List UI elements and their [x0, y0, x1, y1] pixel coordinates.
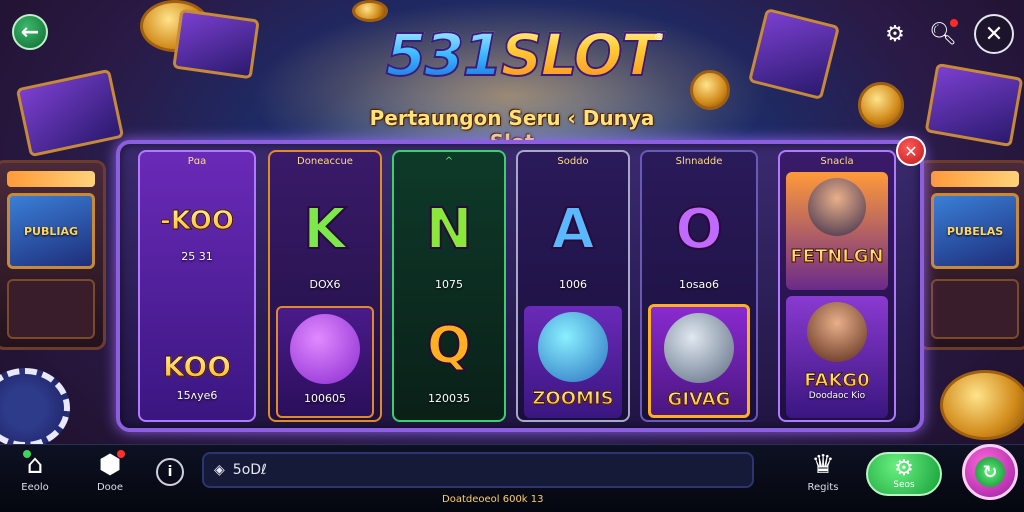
symbol-letter: Q: [426, 315, 472, 377]
close-icon: ✕: [984, 21, 1004, 47]
logo-word: SLOT: [500, 21, 662, 89]
reel-header: Doneaccue: [297, 156, 353, 167]
slot-poster-decor: [172, 8, 260, 80]
spin-button[interactable]: ↻: [962, 444, 1018, 500]
reel-cell[interactable]: N 1075: [400, 178, 498, 300]
reel-1[interactable]: Pɑa -KOO 25 31 KOO 15ʌye6: [138, 150, 256, 422]
settings-button[interactable]: ⚙: [878, 17, 912, 51]
online-dot: [22, 450, 31, 458]
spin-icon: ↻: [982, 461, 998, 483]
diamond-icon: ◈: [214, 462, 225, 478]
gold-coin-decor: [352, 0, 388, 22]
symbol-text: FETNLGN: [790, 246, 884, 268]
shop-label: Dooe: [96, 482, 124, 493]
close-button[interactable]: ✕: [974, 14, 1014, 54]
crystal-orb-symbol: [538, 312, 608, 382]
gear-icon: ⚙: [885, 21, 905, 47]
reel-close-button[interactable]: ✕: [896, 136, 926, 166]
registered-mark: ®: [654, 32, 664, 43]
top-icons: ⚙ 🔍︎ ✕: [878, 14, 1014, 54]
home-label: Eeolo: [21, 482, 49, 493]
symbol-caption: 1075: [435, 278, 463, 291]
symbol-letter: A: [550, 197, 595, 262]
settings-green-button[interactable]: ⚙ Seos: [866, 452, 942, 496]
rewards-label: Regits: [807, 482, 839, 493]
slot-poster-decor: [924, 62, 1024, 148]
symbol-caption: 1006: [559, 278, 587, 291]
reel-3[interactable]: ^ N 1075 Q 120035: [392, 150, 506, 422]
reel-header: Pɑa: [187, 156, 207, 167]
symbol-caption: DOX6: [309, 278, 341, 291]
search-value: 5oDℓ: [232, 462, 267, 478]
symbol-text: KOO: [162, 350, 232, 384]
search-button[interactable]: 🔍︎: [926, 17, 960, 51]
info-button[interactable]: i: [156, 458, 184, 486]
reel-cell[interactable]: Q 120035: [400, 306, 498, 418]
reel-cell[interactable]: GIVAG: [648, 304, 750, 418]
casino-chip-decor: [0, 368, 70, 448]
magic-wand-symbol: [290, 314, 360, 384]
close-icon: ✕: [904, 141, 918, 161]
gold-coin-decor: [940, 370, 1024, 440]
reel-cell[interactable]: ZOOMIS: [524, 306, 622, 418]
arrow-left-icon: ←: [20, 19, 40, 45]
reel-cell[interactable]: A 1006: [524, 178, 622, 300]
reel-2[interactable]: Doneaccue K DOX6 100605: [268, 150, 382, 422]
reel-header: Snacla: [820, 156, 854, 167]
slot-poster-decor: [15, 68, 125, 158]
reel-header: Soddo: [557, 156, 589, 167]
trophy-icon: ♛: [811, 450, 835, 480]
slot-cabinet-right: PUBELAS: [918, 160, 1024, 350]
reel-cell[interactable]: KOO 15ʌye6: [146, 298, 248, 418]
game-logo: 531SLOT ®: [372, 21, 672, 89]
symbol-text: FAKG0: [804, 370, 870, 392]
logo-digits: 531: [385, 21, 504, 89]
reel-cell[interactable]: -KOO 25 31: [146, 178, 248, 290]
symbol-caption: 100605: [304, 392, 346, 405]
symbol-caption: 25 31: [181, 250, 213, 263]
symbol-caption: 120035: [428, 392, 470, 405]
cannon-symbol: [664, 313, 734, 383]
reel-header: ^: [444, 156, 454, 167]
footnote-text: Doatdeoeol 600k 13: [442, 494, 544, 505]
back-button[interactable]: ←: [12, 14, 48, 50]
reel-cell[interactable]: 100605: [276, 306, 374, 418]
reel-header: Slnnadde: [675, 156, 723, 167]
search-bar[interactable]: ◈ 5oDℓ: [202, 452, 754, 488]
reel-5[interactable]: Slnnadde O 1osao6 GIVAG: [640, 150, 758, 422]
reel-cell[interactable]: FAKG0 Doodaoc Kio: [786, 296, 888, 418]
settings-label: Seos: [893, 480, 915, 490]
symbol-caption: 15ʌye6: [176, 389, 218, 402]
symbol-text: GIVAG: [667, 389, 731, 411]
reel-6[interactable]: Snacla FETNLGN FAKG0 Doodaoc Kio: [778, 150, 896, 422]
info-icon: i: [167, 464, 173, 480]
symbol-text: -KOO: [160, 206, 235, 237]
notification-dot: [117, 450, 126, 458]
slot-cabinet-left: PUBLIAG: [0, 160, 106, 350]
reel-cell[interactable]: FETNLGN: [786, 172, 888, 290]
hero-portrait-symbol: [808, 178, 866, 236]
gold-coin-decor: [690, 70, 730, 110]
reel-cell[interactable]: K DOX6: [276, 178, 374, 300]
cowboy-portrait-symbol: [807, 302, 867, 362]
rewards-nav[interactable]: ♛ Regits: [800, 450, 846, 493]
gold-coin-decor: [858, 82, 904, 128]
symbol-letter: O: [674, 197, 724, 262]
symbol-letter: K: [302, 197, 347, 262]
reel-cell[interactable]: O 1osao6: [648, 178, 750, 300]
gear-icon: ⚙: [894, 456, 914, 481]
shop-nav[interactable]: ⬢ Dooe: [88, 450, 132, 493]
symbol-text: ZOOMIS: [532, 388, 614, 410]
reel-4[interactable]: Soddo A 1006 ZOOMIS: [516, 150, 630, 422]
notification-dot: [950, 19, 958, 27]
home-nav[interactable]: ⌂ Eeolo: [12, 450, 58, 493]
symbol-caption: 1osao6: [679, 278, 719, 291]
symbol-caption: Doodaoc Kio: [808, 391, 866, 401]
symbol-letter: N: [425, 197, 474, 262]
